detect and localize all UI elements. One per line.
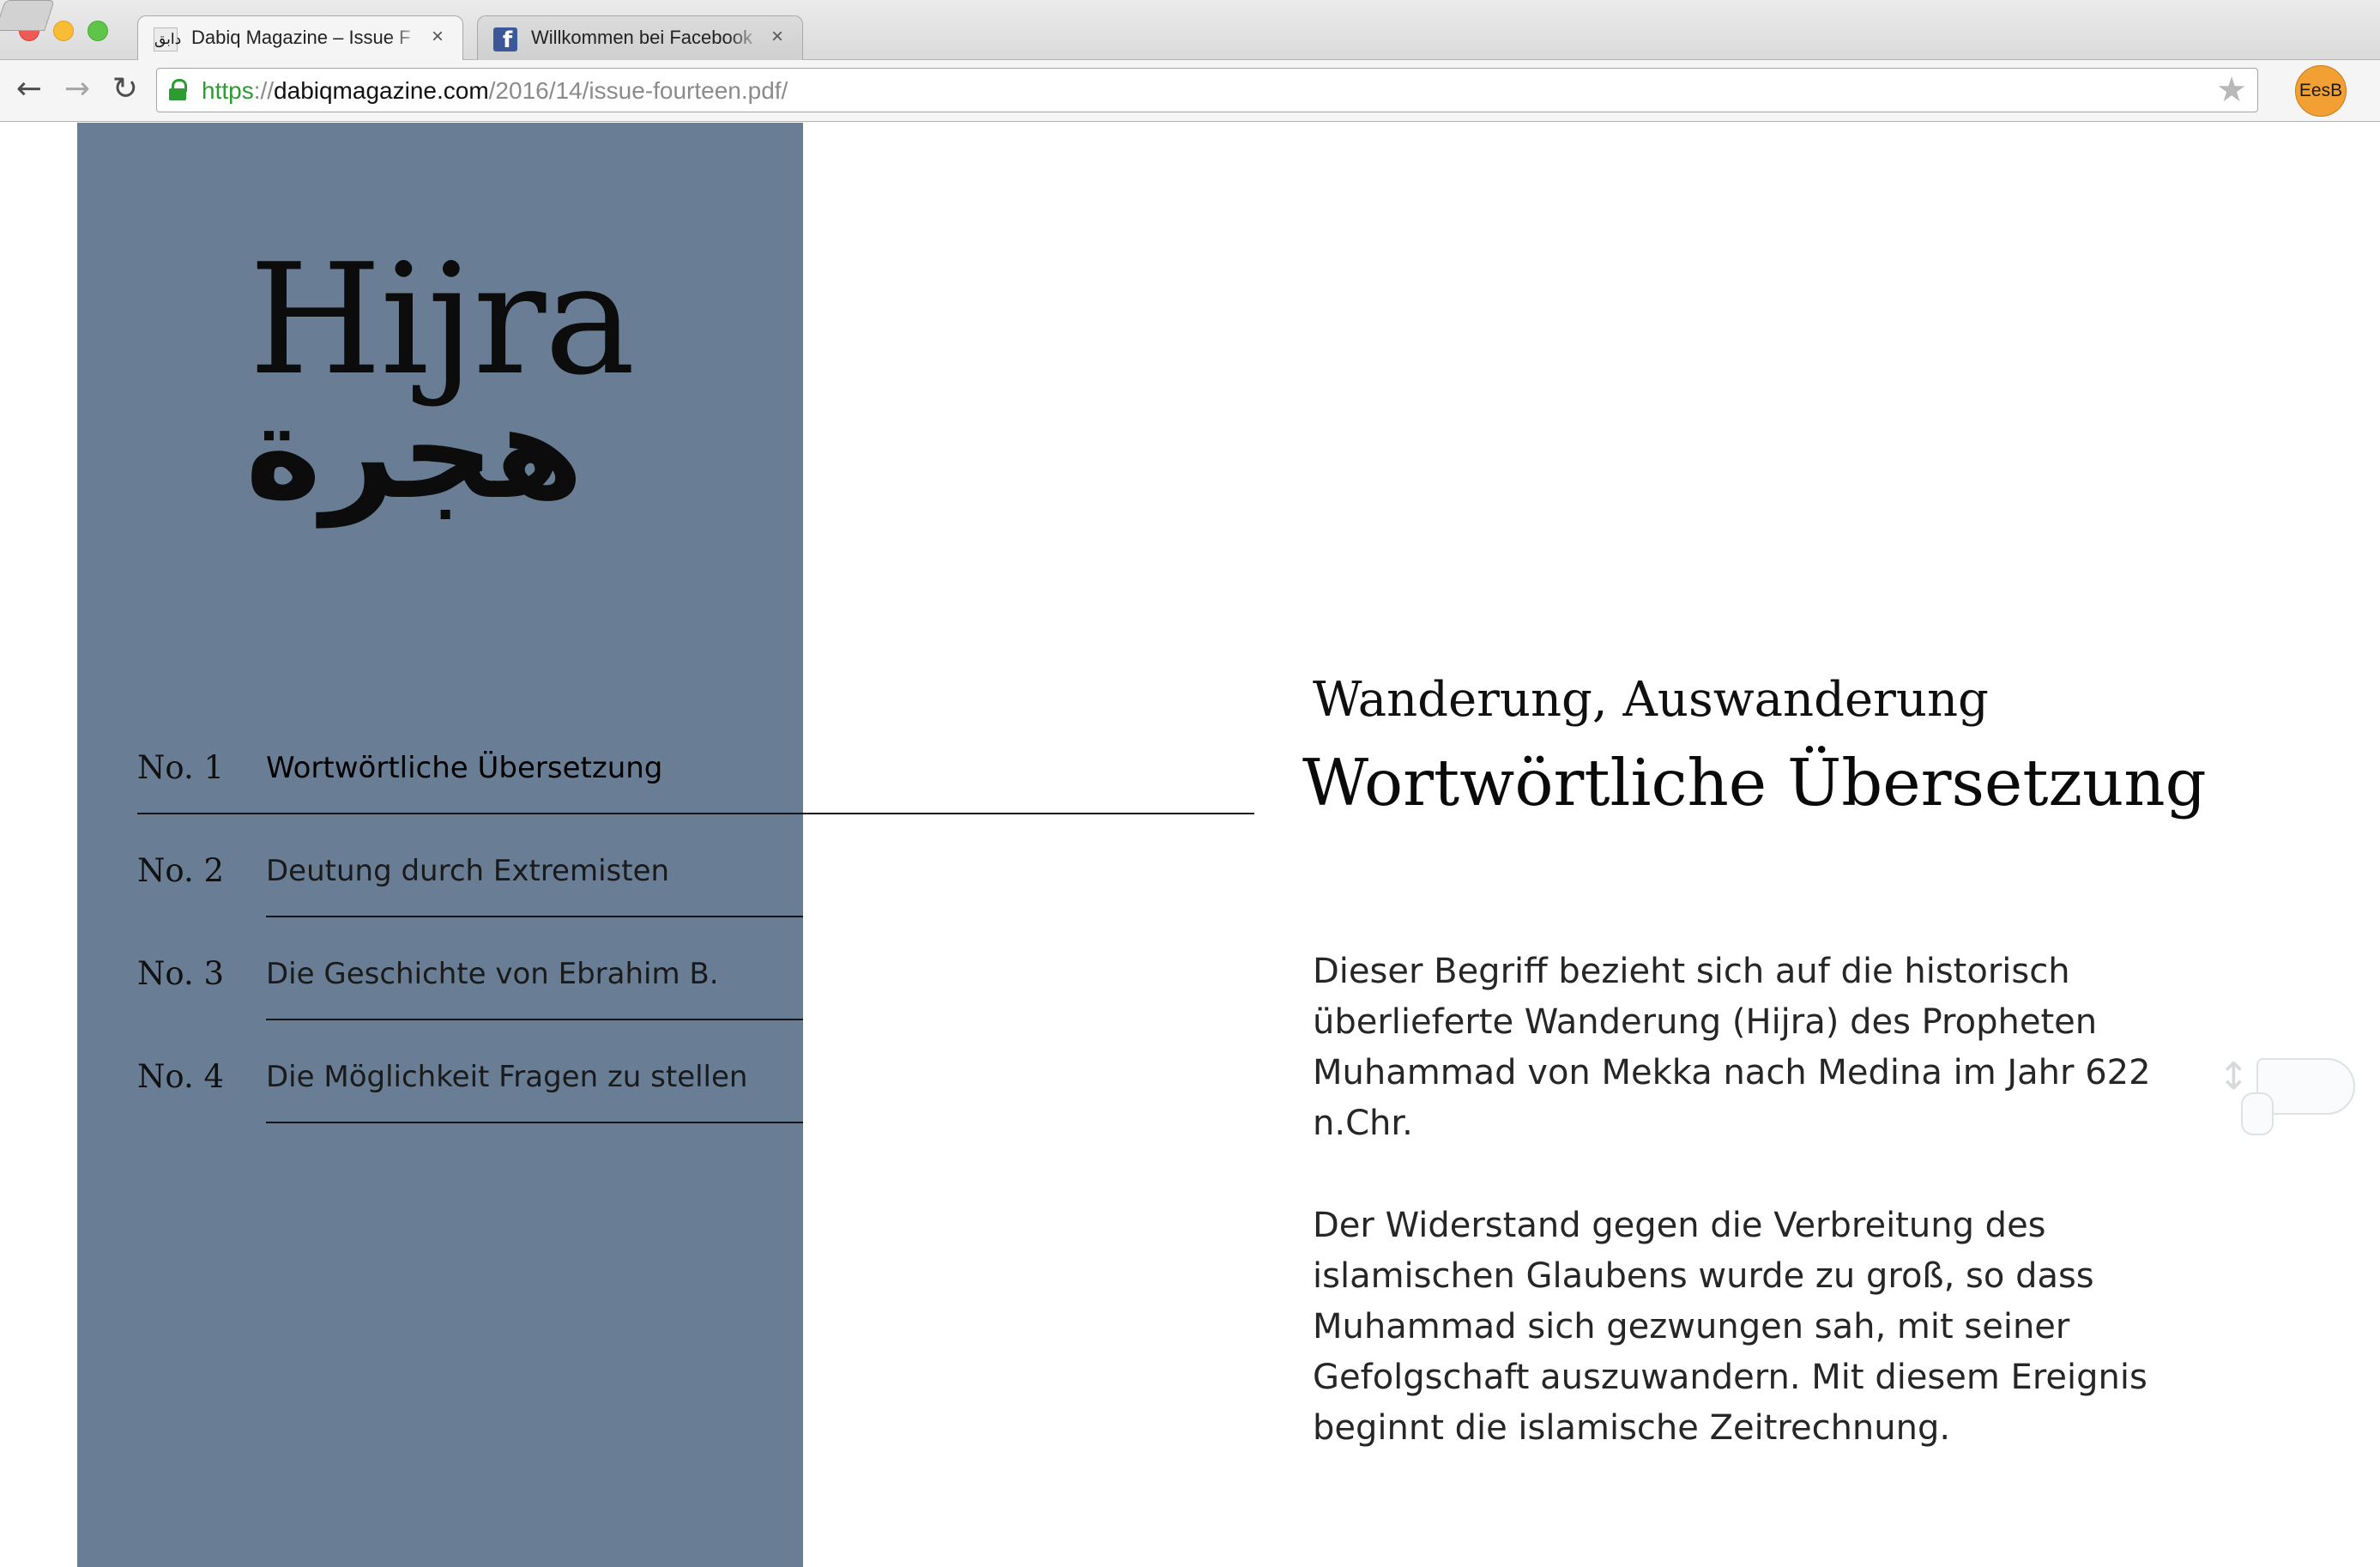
url-path: /2016/14/issue-fourteen.pdf/: [488, 77, 788, 104]
window-minimize-button[interactable]: [53, 21, 74, 41]
forward-arrow-icon[interactable]: →: [58, 70, 96, 108]
window-zoom-button[interactable]: [88, 21, 108, 41]
dabiq-favicon-icon: دابق: [154, 27, 181, 51]
menu-number: No. 3: [137, 955, 225, 992]
brand-title: Hijra: [249, 231, 636, 408]
tab-dabiq[interactable]: دابق Dabiq Magazine – Issue F ×: [137, 15, 463, 60]
tab-close-icon[interactable]: ×: [432, 25, 444, 49]
tab-strip: دابق Dabiq Magazine – Issue F × f Willko…: [0, 0, 2380, 60]
menu-label: Wortwörtliche Übersetzung: [266, 751, 663, 785]
profile-avatar[interactable]: EesB: [2295, 65, 2347, 117]
menu-number: No. 1: [137, 749, 225, 786]
menu-label: Die Geschichte von Ebrahim B.: [266, 957, 719, 991]
address-bar[interactable]: https://dabiqmagazine.com/2016/14/issue-…: [156, 68, 2258, 112]
facebook-favicon-icon: f: [493, 27, 517, 53]
menu-label: Die Möglichkeit Fragen zu stellen: [266, 1060, 748, 1094]
menu-item-1[interactable]: No. 1 Wortwörtliche Übersetzung: [137, 749, 1253, 852]
menu-item-2[interactable]: No. 2 Deutung durch Extremisten: [137, 852, 1253, 955]
tab-title: Willkommen bei Facebook: [531, 27, 752, 48]
lock-icon: [169, 79, 187, 100]
active-connector-line: [137, 813, 1254, 814]
tab-facebook[interactable]: f Willkommen bei Facebook ×: [477, 15, 803, 60]
menu-item-4[interactable]: No. 4 Die Möglichkeit Fragen zu stellen: [137, 1058, 1253, 1161]
url-host: dabiqmagazine.com: [274, 77, 489, 104]
content-headline: Wortwörtliche Übersetzung: [1302, 745, 2207, 820]
menu-divider: [266, 916, 803, 917]
menu-divider: [266, 1122, 803, 1123]
url-text[interactable]: https://dabiqmagazine.com/2016/14/issue-…: [202, 77, 788, 105]
bookmark-star-icon[interactable]: ★: [2216, 72, 2247, 108]
content-paragraph: Dieser Begriff bezieht sich auf die hist…: [1313, 952, 2151, 1143]
content-subtitle: Wanderung, Auswanderung: [1313, 672, 1989, 728]
tab-close-icon[interactable]: ×: [771, 25, 783, 49]
menu-number: No. 2: [137, 852, 225, 889]
menu-number: No. 4: [137, 1058, 225, 1095]
menu-label: Deutung durch Extremisten: [266, 854, 670, 888]
reload-icon[interactable]: ↻: [106, 70, 144, 108]
new-tab-button[interactable]: [0, 0, 55, 31]
menu-divider: [266, 1019, 803, 1020]
menu-item-3[interactable]: No. 3 Die Geschichte von Ebrahim B.: [137, 955, 1253, 1058]
content-paragraph: Der Widerstand gegen die Verbreitung des…: [1313, 1206, 2147, 1448]
url-separator: ://: [253, 77, 275, 104]
tab-title: Dabiq Magazine – Issue F: [191, 27, 411, 48]
back-arrow-icon[interactable]: ←: [10, 70, 48, 108]
url-scheme: https: [202, 77, 254, 104]
browser-toolbar: ← → ↻ https://dabiqmagazine.com/2016/14/…: [0, 60, 2380, 122]
brand-title-arabic: هجرة: [245, 378, 583, 528]
page-viewport: Hijra هجرة No. 1 Wortwörtliche Übersetzu…: [0, 123, 2380, 1567]
